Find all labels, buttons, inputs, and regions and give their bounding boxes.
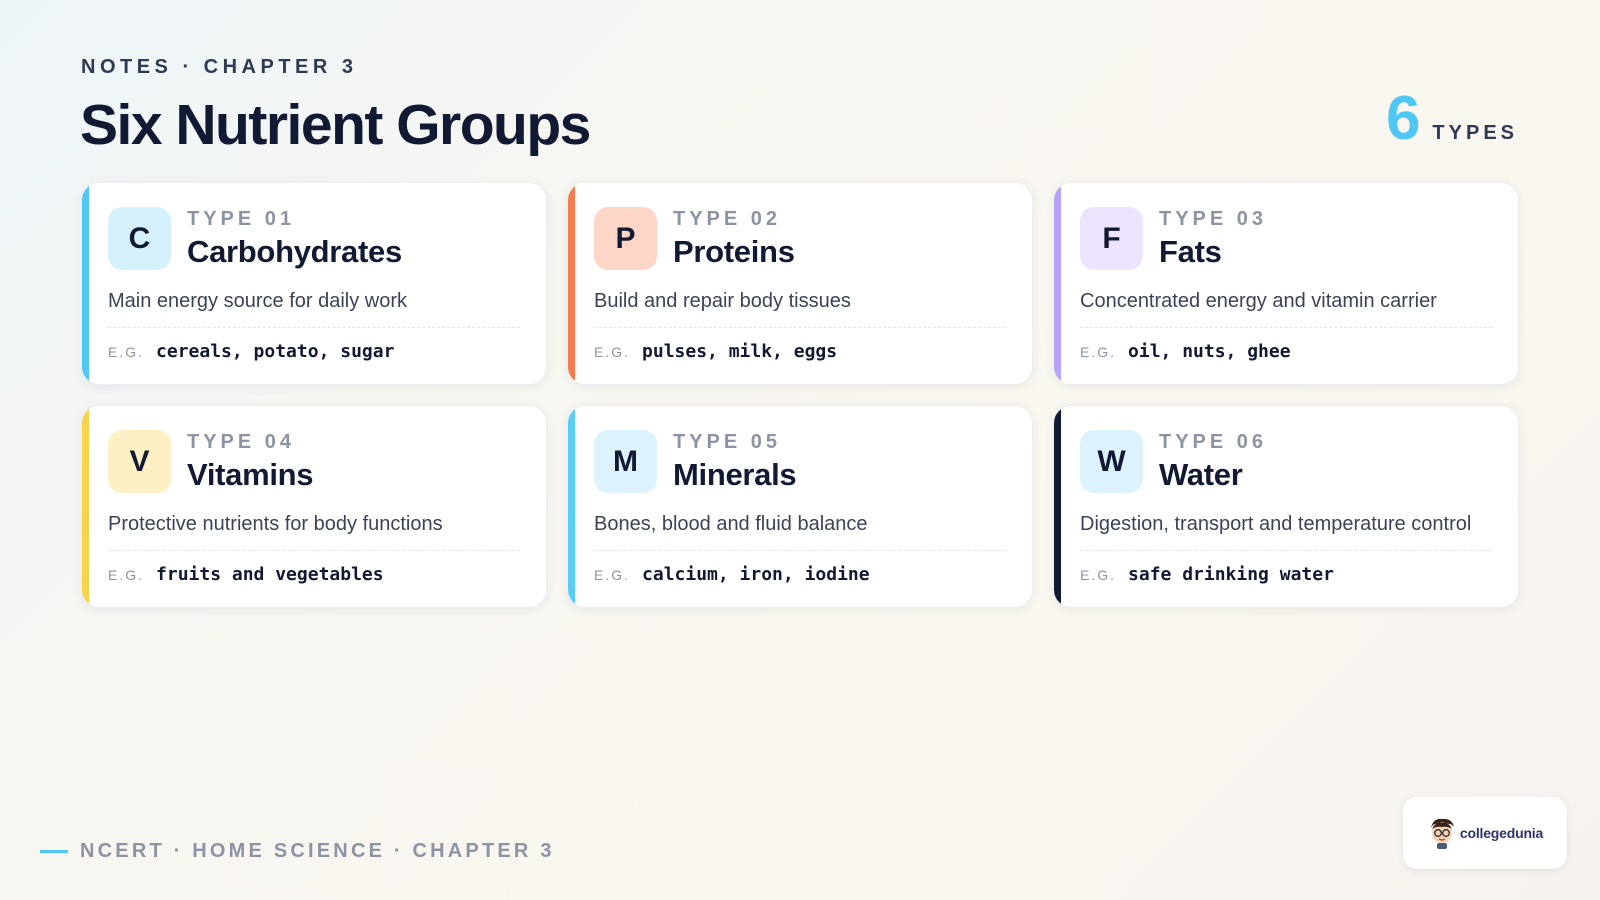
letter-badge: P [594, 207, 657, 270]
type-label: TYPE 04 [187, 431, 296, 453]
eg-label: E.G. [1080, 344, 1117, 360]
card-accent-bar [82, 406, 89, 607]
examples-row: E.G. pulses, milk, eggs [594, 341, 1006, 362]
nutrient-name: Proteins [673, 234, 795, 269]
nutrient-card-fats: F TYPE 03 Fats Concentrated energy and v… [1053, 182, 1519, 385]
footer: NCERT · HOME SCIENCE · CHAPTER 3 [40, 840, 555, 863]
card-accent-bar [568, 183, 575, 384]
nutrient-description: Bones, blood and fluid balance [594, 513, 868, 535]
type-label: TYPE 02 [673, 208, 782, 230]
card-divider [594, 327, 1006, 328]
letter-badge: M [594, 430, 657, 493]
nutrient-card-water: W TYPE 06 Water Digestion, transport and… [1053, 405, 1519, 608]
card-divider [1080, 327, 1492, 328]
letter-badge: W [1080, 430, 1143, 493]
eg-label: E.G. [594, 344, 631, 360]
examples-value: oil, nuts, ghee [1128, 341, 1291, 362]
type-count: 6 TYPES [1386, 88, 1518, 150]
examples-value: fruits and vegetables [156, 564, 384, 585]
eyebrow: NOTES · CHAPTER 3 [81, 56, 358, 78]
nutrient-name: Water [1159, 457, 1243, 492]
logo-text: collegedunia [1459, 825, 1544, 841]
examples-value: safe drinking water [1128, 564, 1334, 585]
card-divider [108, 327, 520, 328]
letter-badge: F [1080, 207, 1143, 270]
footer-accent-line [40, 850, 68, 853]
nutrient-name: Carbohydrates [187, 234, 402, 269]
eg-label: E.G. [108, 567, 145, 583]
examples-row: E.G. calcium, iron, iodine [594, 564, 1006, 585]
nutrient-name: Minerals [673, 457, 797, 492]
mascot-icon [1430, 818, 1454, 849]
examples-value: pulses, milk, eggs [642, 341, 838, 362]
nutrient-name: Vitamins [187, 457, 314, 492]
nutrient-grid: C TYPE 01 Carbohydrates Main energy sour… [81, 182, 1519, 608]
footer-text: NCERT · HOME SCIENCE · CHAPTER 3 [80, 840, 555, 862]
page-title: Six Nutrient Groups [80, 93, 591, 157]
nutrient-description: Concentrated energy and vitamin carrier [1080, 290, 1437, 312]
card-accent-bar [1054, 406, 1061, 607]
card-divider [108, 550, 520, 551]
letter-badge: V [108, 430, 171, 493]
nutrient-card-carbohydrates: C TYPE 01 Carbohydrates Main energy sour… [81, 182, 547, 385]
eg-label: E.G. [1080, 567, 1117, 583]
nutrient-card-minerals: M TYPE 05 Minerals Bones, blood and flui… [567, 405, 1033, 608]
nutrient-description: Main energy source for daily work [108, 290, 408, 312]
card-accent-bar [82, 183, 89, 384]
card-divider [594, 550, 1006, 551]
card-accent-bar [568, 406, 575, 607]
count-label: TYPES [1432, 122, 1518, 144]
card-divider [1080, 550, 1492, 551]
card-accent-bar [1054, 183, 1061, 384]
count-number: 6 [1385, 84, 1421, 153]
examples-row: E.G. cereals, potato, sugar [108, 341, 520, 362]
nutrient-description: Digestion, transport and temperature con… [1080, 513, 1472, 535]
type-label: TYPE 05 [673, 431, 782, 453]
nutrient-card-vitamins: V TYPE 04 Vitamins Protective nutrients … [81, 405, 547, 608]
examples-value: calcium, iron, iodine [642, 564, 870, 585]
eg-label: E.G. [594, 567, 631, 583]
examples-value: cereals, potato, sugar [156, 341, 395, 362]
examples-row: E.G. oil, nuts, ghee [1080, 341, 1492, 362]
eg-label: E.G. [108, 344, 145, 360]
nutrient-card-proteins: P TYPE 02 Proteins Build and repair body… [567, 182, 1033, 385]
type-label: TYPE 01 [187, 208, 296, 230]
type-label: TYPE 06 [1159, 431, 1268, 453]
examples-row: E.G. fruits and vegetables [108, 564, 520, 585]
letter-badge: C [108, 207, 171, 270]
examples-row: E.G. safe drinking water [1080, 564, 1492, 585]
nutrient-name: Fats [1159, 234, 1222, 269]
type-label: TYPE 03 [1159, 208, 1268, 230]
collegedunia-logo[interactable]: collegedunia [1403, 797, 1567, 869]
nutrient-description: Build and repair body tissues [594, 290, 851, 312]
nutrient-description: Protective nutrients for body functions [108, 513, 443, 535]
